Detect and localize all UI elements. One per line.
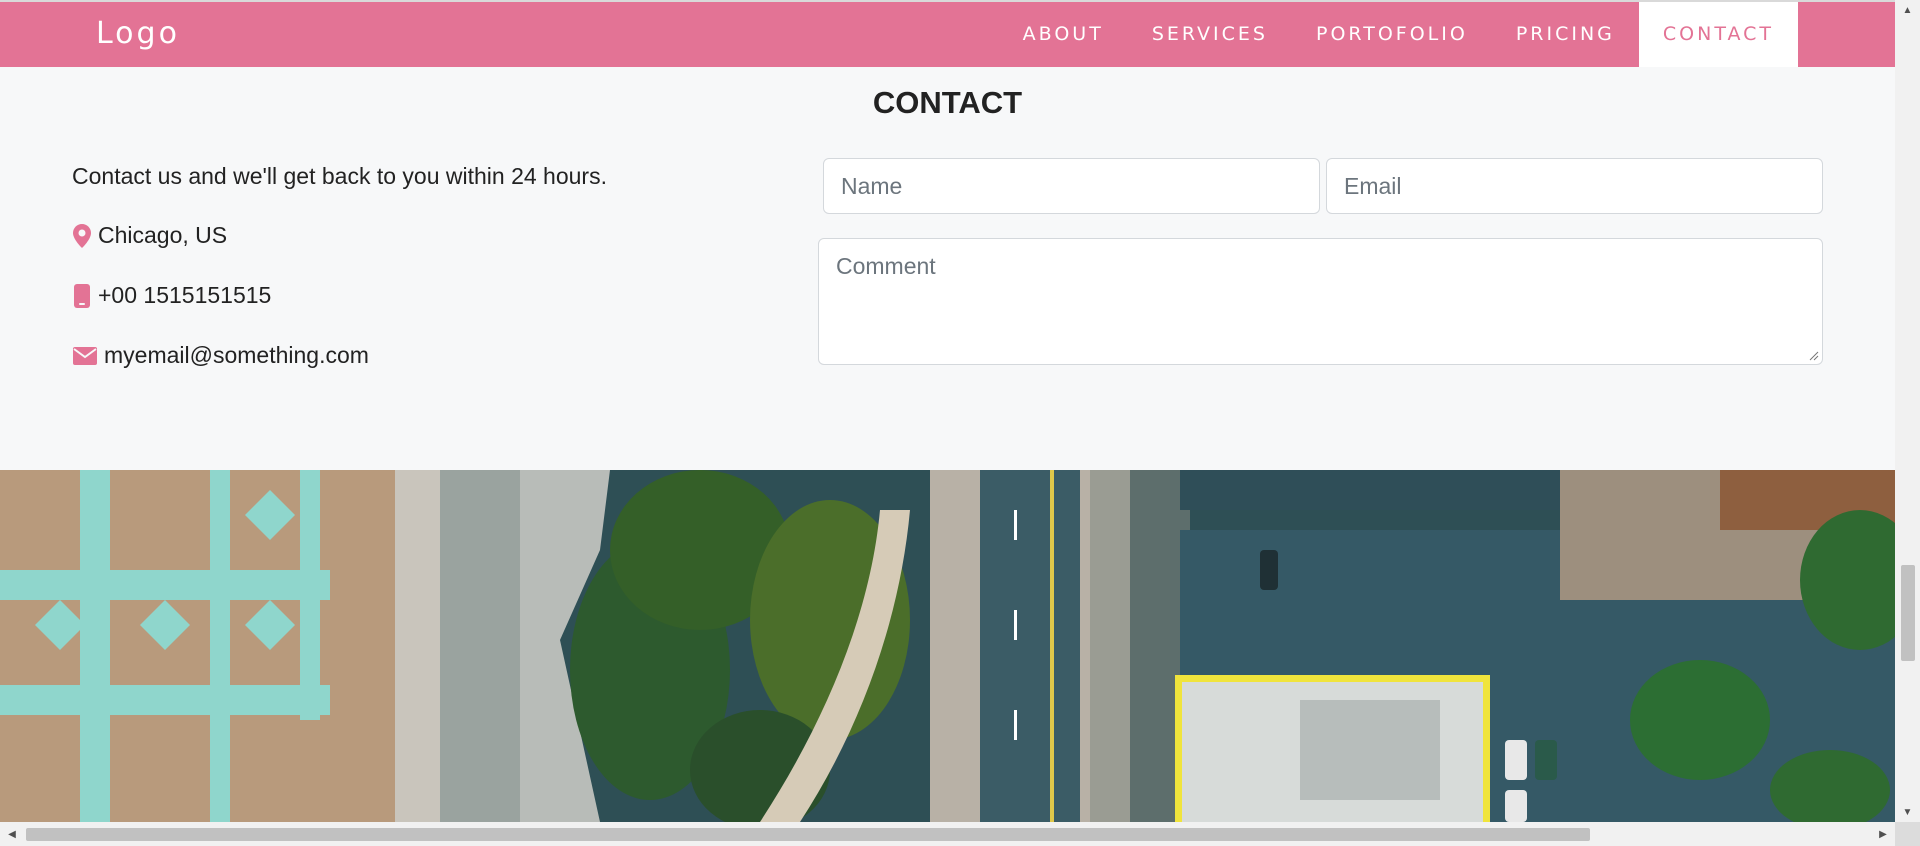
logo[interactable]: Logo [96,16,180,51]
mobile-phone-icon [72,283,92,308]
scroll-left-arrow-icon[interactable]: ◀ [0,822,24,846]
scrollbar-corner [1895,822,1920,846]
email-info: myemail@something.com [72,342,369,369]
section-title: CONTACT [872,85,1023,120]
phone-text: +00 1515151515 [98,282,272,308]
resize-grip-icon[interactable] [1809,351,1819,361]
nav-item-pricing[interactable]: PRICING [1492,2,1639,67]
horizontal-scroll-thumb[interactable] [26,828,1590,841]
scroll-right-arrow-icon[interactable]: ▶ [1871,822,1895,846]
aerial-city-image [0,470,1895,822]
email-text[interactable]: myemail@something.com [104,342,369,369]
nav-menu: ABOUT SERVICES PORTOFOLIO PRICING CONTAC… [999,2,1798,67]
top-navbar: Logo ABOUT SERVICES PORTOFOLIO PRICING C… [0,0,1895,67]
phone-info: +00 1515151515 [72,282,271,309]
name-field[interactable]: Name [823,158,1320,214]
nav-item-about[interactable]: ABOUT [999,2,1128,67]
location-text: Chicago, US [98,222,228,248]
comment-textarea[interactable]: Comment [818,238,1823,365]
nav-item-contact[interactable]: CONTACT [1638,2,1798,67]
scroll-down-arrow-icon[interactable]: ▼ [1895,802,1920,822]
envelope-icon [72,344,98,368]
contact-intro: Contact us and we'll get back to you wit… [72,163,607,189]
vertical-scroll-thumb[interactable] [1901,565,1915,661]
vertical-scrollbar[interactable]: ▲ ▼ [1895,0,1920,822]
scroll-up-arrow-icon[interactable]: ▲ [1895,0,1920,20]
nav-item-services[interactable]: SERVICES [1128,2,1292,67]
map-marker-icon [72,223,92,248]
email-field[interactable]: Email [1326,158,1823,214]
horizontal-scrollbar[interactable]: ◀ ▶ [0,822,1895,846]
nav-item-portofolio[interactable]: PORTOFOLIO [1292,2,1492,67]
location-info: Chicago, US [72,222,227,249]
comment-placeholder: Comment [836,253,936,279]
